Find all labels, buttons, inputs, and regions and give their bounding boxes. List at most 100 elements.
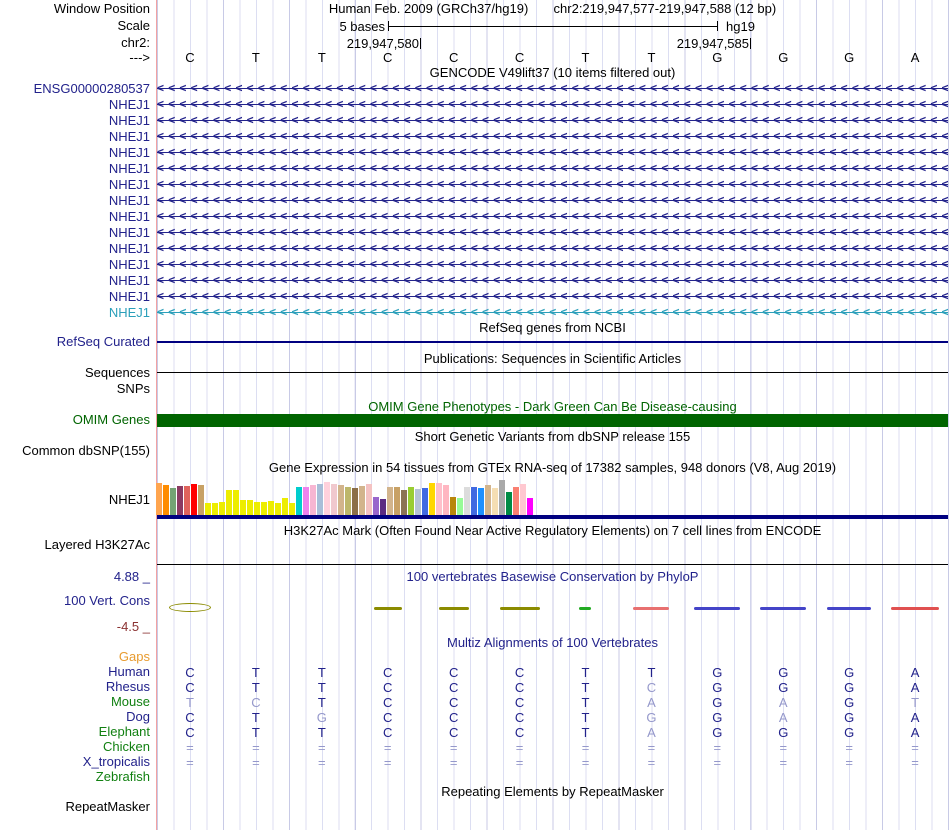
h3k27ac-baseline[interactable] xyxy=(157,564,948,565)
gtex-tissue-bar[interactable] xyxy=(471,487,478,515)
gtex-tissue-bar[interactable] xyxy=(366,484,373,515)
species-label[interactable]: Elephant xyxy=(0,725,150,739)
gtex-tissue-bar[interactable] xyxy=(394,487,401,515)
gtex-tissue-bar[interactable] xyxy=(219,502,226,515)
gtex-tissue-bar[interactable] xyxy=(359,486,366,515)
gtex-tissue-bar[interactable] xyxy=(443,485,450,515)
phylop-track-label[interactable]: 100 Vert. Cons xyxy=(0,594,150,608)
gene-transcript-row[interactable]: <<<<<<<<<<<<<<<<<<<<<<<<<<<<<<<<<<<<<<<<… xyxy=(157,209,948,225)
phylop-wiggle-segment[interactable] xyxy=(579,607,592,610)
phylop-wiggle-segment[interactable] xyxy=(891,607,940,610)
species-label[interactable]: Mouse xyxy=(0,695,150,709)
gtex-tissue-bar[interactable] xyxy=(261,502,268,515)
gtex-tissue-bar[interactable] xyxy=(345,487,352,515)
gtex-tissue-bar[interactable] xyxy=(520,484,527,515)
gtex-tissue-bar[interactable] xyxy=(226,490,233,515)
gene-transcript-row[interactable]: <<<<<<<<<<<<<<<<<<<<<<<<<<<<<<<<<<<<<<<<… xyxy=(157,81,948,97)
gene-transcript-row[interactable]: <<<<<<<<<<<<<<<<<<<<<<<<<<<<<<<<<<<<<<<<… xyxy=(157,129,948,145)
gene-row-label[interactable]: NHEJ1 xyxy=(0,306,150,320)
gtex-tissue-bar[interactable] xyxy=(408,487,415,515)
gene-transcript-row[interactable]: <<<<<<<<<<<<<<<<<<<<<<<<<<<<<<<<<<<<<<<<… xyxy=(157,273,948,289)
gtex-tissue-bar[interactable] xyxy=(352,488,359,515)
gene-transcript-row[interactable]: <<<<<<<<<<<<<<<<<<<<<<<<<<<<<<<<<<<<<<<<… xyxy=(157,97,948,113)
gtex-tissue-bar[interactable] xyxy=(303,487,310,515)
phylop-wiggle-segment[interactable] xyxy=(633,607,670,610)
gtex-tissue-bar[interactable] xyxy=(478,488,485,515)
gtex-tissue-bar[interactable] xyxy=(177,486,184,515)
species-label[interactable]: Zebrafish xyxy=(0,770,150,784)
phylop-wiggle-segment[interactable] xyxy=(827,607,872,610)
gene-row-label[interactable]: NHEJ1 xyxy=(0,226,150,240)
gene-row-label[interactable]: NHEJ1 xyxy=(0,98,150,112)
gene-row-label[interactable]: NHEJ1 xyxy=(0,114,150,128)
gtex-tissue-bar[interactable] xyxy=(513,487,520,515)
gtex-tissue-bar[interactable] xyxy=(247,500,254,515)
gtex-tissue-bar[interactable] xyxy=(198,485,205,515)
sequences-label[interactable]: Sequences xyxy=(0,366,150,380)
gtex-tissue-bar[interactable] xyxy=(429,483,436,515)
gene-transcript-row[interactable]: <<<<<<<<<<<<<<<<<<<<<<<<<<<<<<<<<<<<<<<<… xyxy=(157,161,948,177)
gene-transcript-row[interactable]: <<<<<<<<<<<<<<<<<<<<<<<<<<<<<<<<<<<<<<<<… xyxy=(157,241,948,257)
gtex-tissue-bar[interactable] xyxy=(331,484,338,515)
gtex-tissue-bar[interactable] xyxy=(205,503,212,515)
gtex-tissue-bar[interactable] xyxy=(387,487,394,515)
gtex-tissue-bar[interactable] xyxy=(156,483,163,515)
omim-gene-bar[interactable] xyxy=(157,414,948,427)
gtex-tissue-bar[interactable] xyxy=(240,500,247,515)
gene-transcript-row[interactable]: <<<<<<<<<<<<<<<<<<<<<<<<<<<<<<<<<<<<<<<<… xyxy=(157,257,948,273)
gtex-tissue-bar[interactable] xyxy=(492,488,499,515)
gene-row-label[interactable]: NHEJ1 xyxy=(0,258,150,272)
gtex-tissue-bar[interactable] xyxy=(282,498,289,515)
species-label[interactable]: Dog xyxy=(0,710,150,724)
gtex-tissue-bar[interactable] xyxy=(163,485,170,515)
gtex-tissue-bar[interactable] xyxy=(254,502,261,515)
species-label[interactable]: Human xyxy=(0,665,150,679)
species-label[interactable]: X_tropicalis xyxy=(0,755,150,769)
gtex-tissue-bar[interactable] xyxy=(464,487,471,515)
gtex-tissue-bar[interactable] xyxy=(436,483,443,515)
phylop-wiggle-segment[interactable] xyxy=(373,607,402,610)
gene-row-label[interactable]: NHEJ1 xyxy=(0,274,150,288)
gtex-expression-bars[interactable] xyxy=(156,480,535,515)
gtex-tissue-bar[interactable] xyxy=(415,489,422,515)
gtex-tissue-bar[interactable] xyxy=(191,484,198,515)
gene-row-label[interactable]: NHEJ1 xyxy=(0,242,150,256)
layered-h3k27ac-label[interactable]: Layered H3K27Ac xyxy=(0,538,150,552)
gene-transcript-row[interactable]: <<<<<<<<<<<<<<<<<<<<<<<<<<<<<<<<<<<<<<<<… xyxy=(157,113,948,129)
gtex-tissue-bar[interactable] xyxy=(485,485,492,515)
gtex-tissue-bar[interactable] xyxy=(289,503,296,515)
snps-label[interactable]: SNPs xyxy=(0,382,150,396)
phylop-wiggle-segment[interactable] xyxy=(168,603,211,612)
species-label[interactable]: Rhesus xyxy=(0,680,150,694)
publications-item[interactable] xyxy=(157,372,948,373)
gtex-tissue-bar[interactable] xyxy=(401,490,408,515)
gtex-tissue-bar[interactable] xyxy=(457,498,464,515)
phylop-wiggle-segment[interactable] xyxy=(694,607,741,610)
gtex-gene-label[interactable]: NHEJ1 xyxy=(0,493,150,507)
gtex-tissue-bar[interactable] xyxy=(310,485,317,515)
gene-row-label[interactable]: ENSG00000280537 xyxy=(0,82,150,96)
gtex-tissue-bar[interactable] xyxy=(170,488,177,515)
gtex-tissue-bar[interactable] xyxy=(338,485,345,515)
gene-transcript-row[interactable]: <<<<<<<<<<<<<<<<<<<<<<<<<<<<<<<<<<<<<<<<… xyxy=(157,289,948,305)
refseq-curated-item[interactable] xyxy=(157,341,948,343)
gtex-tissue-bar[interactable] xyxy=(373,497,380,515)
gtex-tissue-bar[interactable] xyxy=(324,482,331,515)
gtex-tissue-bar[interactable] xyxy=(380,499,387,515)
species-label[interactable]: Gaps xyxy=(0,650,150,664)
phylop-wiggle-segment[interactable] xyxy=(760,607,807,610)
gtex-tissue-bar[interactable] xyxy=(317,484,324,515)
gtex-tissue-bar[interactable] xyxy=(233,490,240,515)
gtex-tissue-bar[interactable] xyxy=(296,487,303,515)
gene-transcript-row[interactable]: <<<<<<<<<<<<<<<<<<<<<<<<<<<<<<<<<<<<<<<<… xyxy=(157,225,948,241)
gene-transcript-row[interactable]: <<<<<<<<<<<<<<<<<<<<<<<<<<<<<<<<<<<<<<<<… xyxy=(157,177,948,193)
common-dbsnp-label[interactable]: Common dbSNP(155) xyxy=(0,444,150,458)
gene-row-label[interactable]: NHEJ1 xyxy=(0,146,150,160)
species-label[interactable]: Chicken xyxy=(0,740,150,754)
gtex-tissue-bar[interactable] xyxy=(506,492,513,515)
gtex-tissue-bar[interactable] xyxy=(499,480,506,515)
gene-transcript-row[interactable]: <<<<<<<<<<<<<<<<<<<<<<<<<<<<<<<<<<<<<<<<… xyxy=(157,193,948,209)
gene-row-label[interactable]: NHEJ1 xyxy=(0,290,150,304)
gene-transcript-row[interactable]: <<<<<<<<<<<<<<<<<<<<<<<<<<<<<<<<<<<<<<<<… xyxy=(157,145,948,161)
gene-row-label[interactable]: NHEJ1 xyxy=(0,130,150,144)
